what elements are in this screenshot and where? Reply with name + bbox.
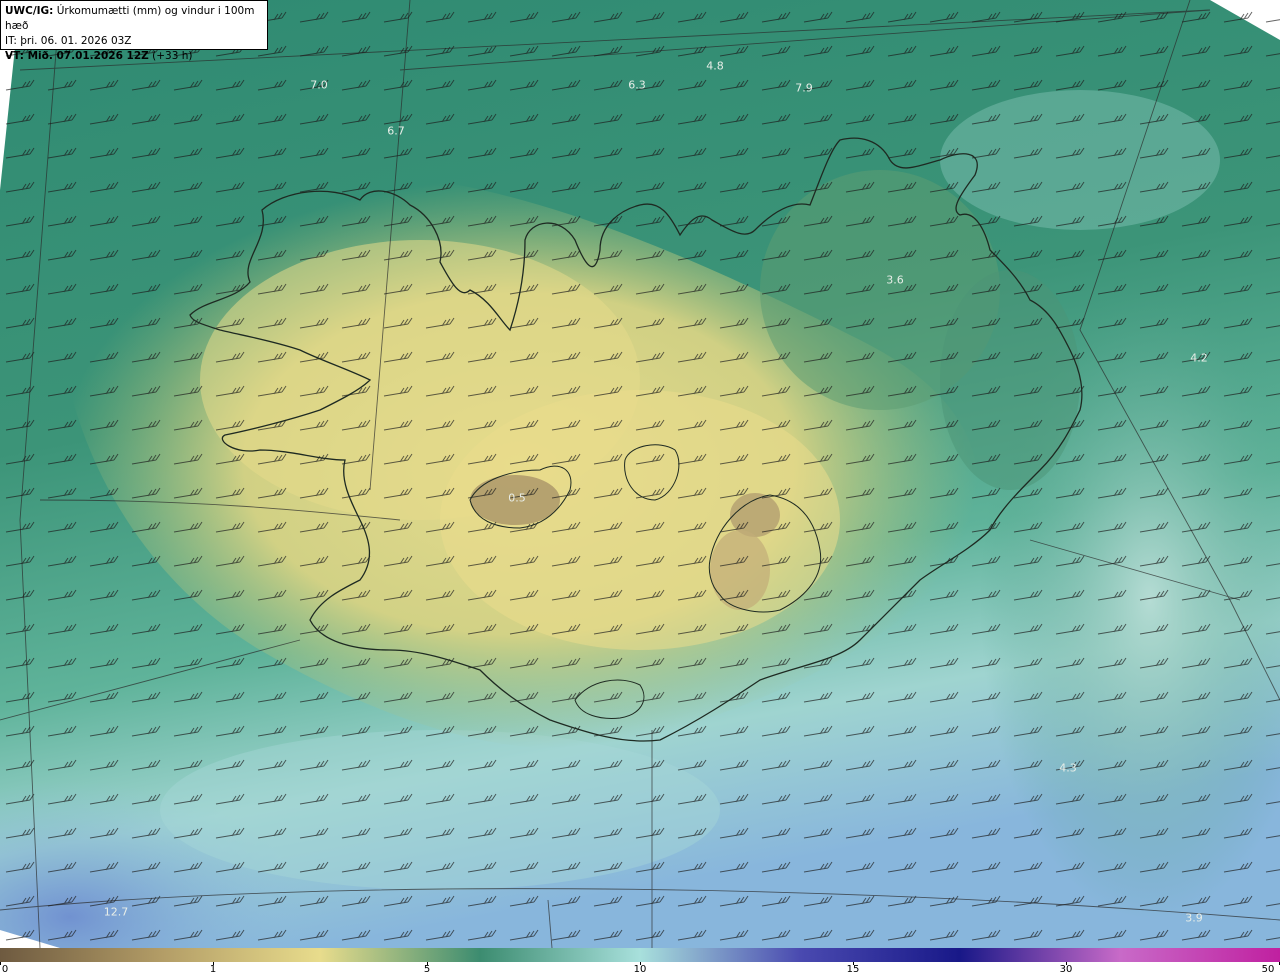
colorbar-label-50: 50 xyxy=(1261,964,1275,975)
value-label-0-5: 0.5 xyxy=(508,491,526,505)
info-line-2: IT: þri. 06. 01. 2026 03Z xyxy=(5,35,132,47)
colorbar-label-30: 30 xyxy=(1059,964,1073,975)
value-label-4-3: 4.3 xyxy=(1059,761,1077,775)
map-info-box: UWC/IG: Úrkomumætti (mm) og vindur i 100… xyxy=(0,0,268,62)
colorbar-label-10: 10 xyxy=(633,964,647,975)
value-label-12-7: 12.7 xyxy=(103,905,129,919)
colorbar-label-0: 0 xyxy=(1,964,9,975)
value-label-7-0: 7.0 xyxy=(310,78,328,92)
value-label-3-9: 3.9 xyxy=(1185,911,1203,925)
colorbar-label-5: 5 xyxy=(423,964,431,975)
value-label-4-2: 4.2 xyxy=(1190,351,1208,365)
map-canvas xyxy=(0,0,1280,948)
value-label-6-7: 6.7 xyxy=(387,124,405,138)
colorbar-label-1: 1 xyxy=(209,964,217,975)
colorbar-label-15: 15 xyxy=(846,964,860,975)
colorbar xyxy=(0,948,1280,962)
info-line-1: UWC/IG: Úrkomumætti (mm) og vindur i 100… xyxy=(5,5,255,32)
info-line-3: VT: Mið. 07.01.2026 12Z (+33 h) xyxy=(5,50,193,62)
value-label-4-8: 4.8 xyxy=(706,59,724,73)
wind-barbs xyxy=(0,0,1280,948)
value-label-7-9: 7.9 xyxy=(795,81,813,95)
precipitation-map: 7.0 6.7 6.3 4.8 7.9 3.6 4.2 0.5 4.3 12.7… xyxy=(0,0,1280,948)
value-label-6-3: 6.3 xyxy=(628,78,646,92)
value-label-3-6: 3.6 xyxy=(886,273,904,287)
